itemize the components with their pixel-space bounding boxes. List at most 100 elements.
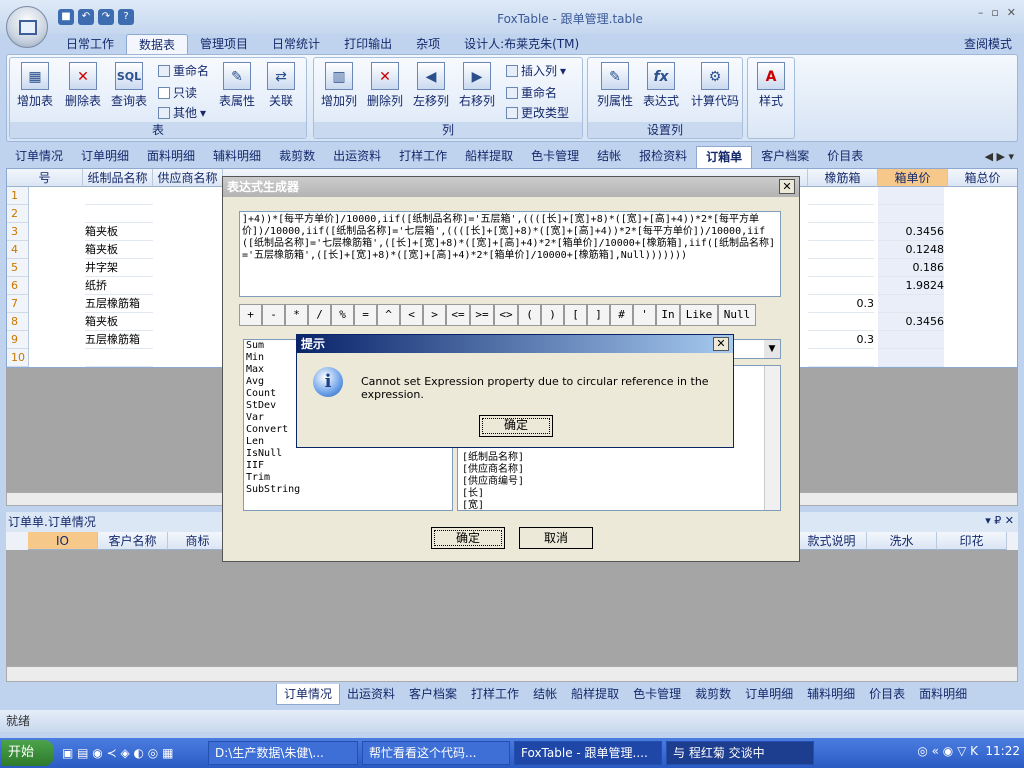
- app-menu-button[interactable]: [6, 6, 48, 48]
- field-item[interactable]: [纸制品名称]: [462, 452, 780, 464]
- style-button[interactable]: A 样式: [748, 62, 794, 108]
- operator-button[interactable]: %: [331, 304, 354, 326]
- cell-rubber[interactable]: [808, 241, 874, 259]
- taskbar-item-foxtable[interactable]: FoxTable - 跟单管理....: [514, 741, 662, 765]
- bottom-tab[interactable]: 客户档案: [402, 684, 464, 705]
- close-window-button[interactable]: ✕: [1007, 6, 1016, 19]
- close-icon[interactable]: ✕: [779, 179, 795, 194]
- vertical-scrollbar[interactable]: [764, 366, 780, 510]
- operator-button[interactable]: In: [656, 304, 680, 326]
- cell-box-price[interactable]: [878, 205, 944, 223]
- field-item[interactable]: [宽]: [462, 500, 780, 512]
- add-column-button[interactable]: ▥ 增加列: [316, 62, 362, 108]
- operator-button[interactable]: #: [610, 304, 633, 326]
- col-header-supplier[interactable]: 供应商名称: [153, 169, 223, 187]
- insert-column-dropdown[interactable]: 插入列 ▾: [506, 62, 566, 80]
- function-item[interactable]: SubString: [246, 484, 452, 496]
- taskbar-item-chat[interactable]: 与 程红菊 交谈中: [666, 741, 814, 765]
- taskbar-item-folder[interactable]: D:\生产数据\朱健\...: [208, 741, 358, 765]
- field-item[interactable]: [长]: [462, 488, 780, 500]
- operator-button[interactable]: *: [285, 304, 308, 326]
- horizontal-scrollbar-2[interactable]: [6, 666, 1018, 682]
- alert-ok-button[interactable]: 确定: [479, 415, 553, 437]
- rename-table-button[interactable]: 重命名: [158, 62, 209, 80]
- tab-daily-work[interactable]: 日常工作: [54, 34, 126, 54]
- sheet-nav-arrows[interactable]: ◀ ▶ ▾: [985, 150, 1014, 163]
- other-dropdown[interactable]: 其他 ▾: [158, 104, 206, 122]
- cell-name[interactable]: 纸挢: [85, 277, 153, 295]
- operator-button[interactable]: <: [400, 304, 423, 326]
- bottom-tab[interactable]: 结帐: [526, 684, 564, 705]
- sheet-tab[interactable]: 裁剪数: [270, 146, 324, 168]
- sub-col-header[interactable]: 款式说明: [797, 532, 867, 550]
- calc-code-button[interactable]: ⚙ 计算代码: [688, 62, 742, 108]
- add-table-button[interactable]: ▦ 增加表: [12, 62, 58, 108]
- cell-name[interactable]: 箱夹板: [85, 313, 153, 331]
- tab-stats[interactable]: 日常统计: [260, 34, 332, 54]
- system-tray[interactable]: ◎ « ◉ ▽ K: [917, 744, 978, 758]
- field-item[interactable]: [供应商编号]: [462, 476, 780, 488]
- start-button[interactable]: 开始: [2, 740, 54, 766]
- cell-name[interactable]: [85, 349, 153, 367]
- readonly-checkbox[interactable]: 只读: [158, 84, 197, 102]
- sheet-tab[interactable]: 订箱单: [696, 146, 753, 168]
- cell-box-price[interactable]: 0.3456: [878, 223, 944, 241]
- operator-button[interactable]: >=: [470, 304, 494, 326]
- sheet-tab[interactable]: 辅料明细: [204, 146, 270, 168]
- col-header-box-price[interactable]: 箱单价: [878, 169, 948, 187]
- sheet-tab[interactable]: 出运资料: [324, 146, 390, 168]
- operator-button[interactable]: (: [518, 304, 541, 326]
- operator-button[interactable]: >: [423, 304, 446, 326]
- cell-rubber[interactable]: 0.3: [808, 295, 874, 313]
- cell-rubber[interactable]: [808, 349, 874, 367]
- move-right-button[interactable]: ▶ 右移列: [454, 62, 500, 108]
- change-type-button[interactable]: 更改类型: [506, 104, 569, 122]
- relate-button[interactable]: ⇄ 关联: [258, 62, 304, 108]
- sub-col-header[interactable]: IO: [28, 532, 98, 550]
- cell-name[interactable]: 箱夹板: [85, 223, 153, 241]
- tab-misc[interactable]: 杂项: [404, 34, 452, 54]
- expression-textbox[interactable]: ]+4))*[每平方单价]/10000,iif([纸制品名称]='五层箱',((…: [239, 211, 781, 297]
- sheet-tab[interactable]: 色卡管理: [522, 146, 588, 168]
- operator-button[interactable]: =: [354, 304, 377, 326]
- panel-pin-close-icon[interactable]: ▾ ₽ ✕: [985, 514, 1014, 527]
- bottom-tab[interactable]: 打样工作: [464, 684, 526, 705]
- sheet-tab[interactable]: 客户档案: [752, 146, 818, 168]
- sheet-tab[interactable]: 打样工作: [390, 146, 456, 168]
- move-left-button[interactable]: ◀ 左移列: [408, 62, 454, 108]
- bottom-tab[interactable]: 订单情况: [276, 684, 341, 705]
- function-item[interactable]: Trim: [246, 472, 452, 484]
- cell-name[interactable]: 五层橡筋箱: [85, 331, 153, 349]
- table-props-button[interactable]: ✎ 表属性: [214, 62, 260, 108]
- cell-name[interactable]: [85, 205, 153, 223]
- cell-box-price[interactable]: 0.1248: [878, 241, 944, 259]
- cell-name[interactable]: 箱夹板: [85, 241, 153, 259]
- operator-button[interactable]: -: [262, 304, 285, 326]
- cell-box-price[interactable]: [878, 349, 944, 367]
- sub-col-header[interactable]: 洗水: [867, 532, 937, 550]
- sheet-tab[interactable]: 价目表: [818, 146, 872, 168]
- operator-button[interactable]: ^: [377, 304, 400, 326]
- bottom-tab[interactable]: 出运资料: [340, 684, 402, 705]
- column-props-button[interactable]: ✎ 列属性: [592, 62, 638, 108]
- col-header-box-total[interactable]: 箱总价: [948, 169, 1017, 187]
- operator-button[interactable]: <>: [494, 304, 518, 326]
- operator-button[interactable]: +: [239, 304, 262, 326]
- col-header-name[interactable]: 纸制品名称: [83, 169, 153, 187]
- operator-button[interactable]: Like: [680, 304, 718, 326]
- col-header-rubber[interactable]: 橡筋箱: [808, 169, 878, 187]
- cell-box-price[interactable]: [878, 187, 944, 205]
- sheet-tab[interactable]: 面料明细: [138, 146, 204, 168]
- sheet-tab[interactable]: 船样提取: [456, 146, 522, 168]
- expression-button[interactable]: fx 表达式: [638, 62, 684, 108]
- operator-button[interactable]: Null: [718, 304, 756, 326]
- tab-data-table[interactable]: 数据表: [126, 34, 189, 54]
- operator-button[interactable]: ]: [587, 304, 610, 326]
- operator-button[interactable]: /: [308, 304, 331, 326]
- bottom-tab[interactable]: 面料明细: [912, 684, 974, 705]
- taskbar-item-browser[interactable]: 帮忙看看这个代码...: [362, 741, 510, 765]
- cell-rubber[interactable]: [808, 313, 874, 331]
- bottom-tab[interactable]: 订单明细: [738, 684, 800, 705]
- cell-rubber[interactable]: [808, 187, 874, 205]
- tab-print[interactable]: 打印输出: [332, 34, 404, 54]
